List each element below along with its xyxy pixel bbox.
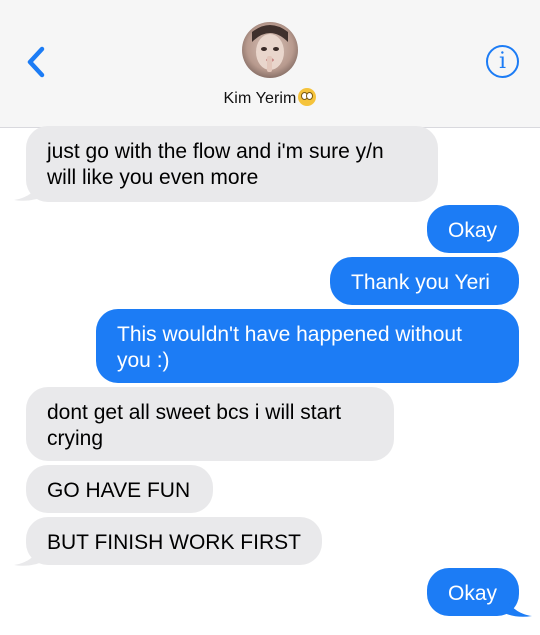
conversation-header: Kim Yerim i bbox=[0, 0, 540, 128]
message-text: Thank you Yeri bbox=[351, 271, 490, 294]
message-text: This wouldn't have happened without you … bbox=[117, 323, 462, 372]
contact-avatar[interactable] bbox=[242, 22, 298, 78]
message-bubble-outgoing[interactable]: This wouldn't have happened without you … bbox=[96, 309, 519, 383]
message-bubble-outgoing[interactable]: Thank you Yeri bbox=[330, 257, 519, 305]
message-text: dont get all sweet bcs i will start cryi… bbox=[47, 401, 342, 450]
avatar-photo bbox=[252, 25, 288, 72]
message-bubble-incoming[interactable]: just go with the flow and i'm sure y/n w… bbox=[26, 126, 438, 202]
message-text: Okay bbox=[448, 582, 498, 605]
message-bubble-incoming[interactable]: BUT FINISH WORK FIRST bbox=[26, 517, 322, 565]
message-bubble-outgoing[interactable]: Okay bbox=[427, 205, 519, 253]
rolling-eyes-emoji-icon bbox=[298, 88, 317, 106]
info-icon[interactable]: i bbox=[486, 45, 519, 78]
message-text: Okay bbox=[448, 219, 498, 242]
contact-name-text: Kim Yerim bbox=[223, 90, 297, 107]
contact-name[interactable]: Kim Yerim bbox=[0, 88, 540, 108]
message-text: BUT FINISH WORK FIRST bbox=[47, 531, 301, 554]
message-bubble-incoming[interactable]: GO HAVE FUN bbox=[26, 465, 213, 513]
message-text: GO HAVE FUN bbox=[47, 479, 191, 502]
chevron-left-icon[interactable] bbox=[18, 42, 54, 82]
message-bubble-incoming[interactable]: dont get all sweet bcs i will start cryi… bbox=[26, 387, 394, 461]
outgoing-bubble-tail bbox=[498, 594, 532, 617]
message-text: just go with the flow and i'm sure y/n w… bbox=[47, 140, 384, 189]
